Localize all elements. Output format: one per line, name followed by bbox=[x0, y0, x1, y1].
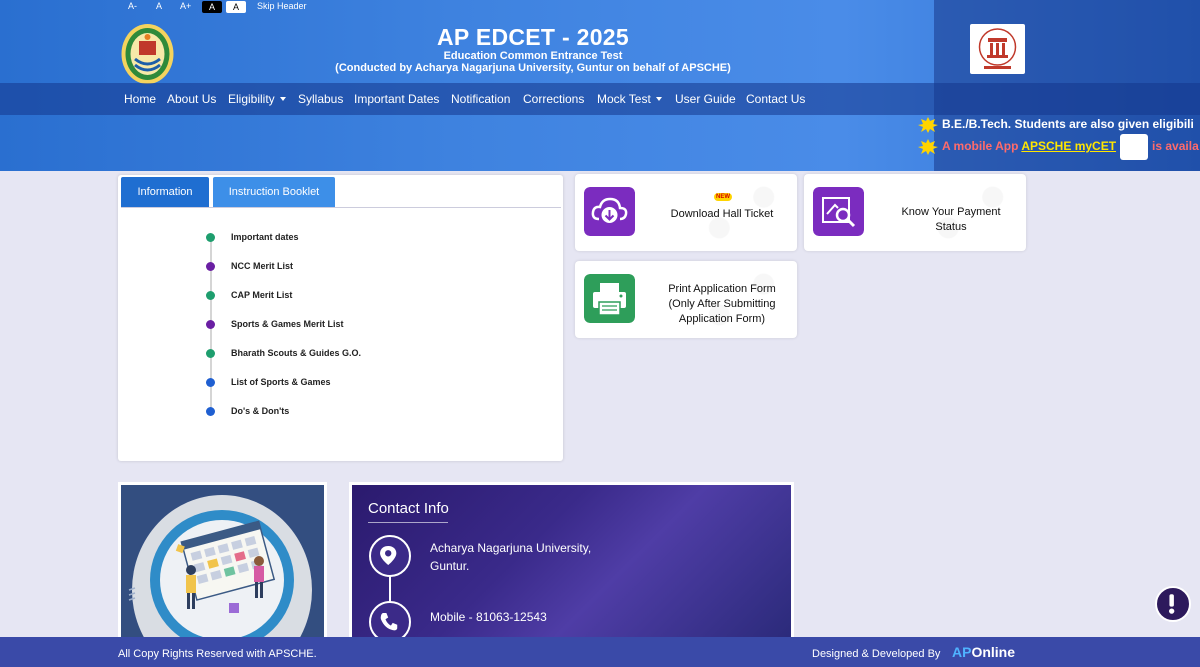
site-footer: All Copy Rights Reserved with APSCHE. De… bbox=[0, 637, 1200, 667]
dark-theme-button[interactable]: A bbox=[202, 1, 222, 13]
announcement-2[interactable]: A mobile App APSCHE myCET is availa bbox=[918, 134, 1199, 160]
skip-header-link[interactable]: Skip Header bbox=[257, 1, 307, 12]
phone-icon bbox=[369, 601, 411, 639]
announcement-2-post: is availa bbox=[1152, 139, 1199, 154]
cloud-download-icon bbox=[584, 187, 635, 236]
nav-notification[interactable]: Notification bbox=[451, 92, 510, 106]
nav-mock-test-label: Mock Test bbox=[597, 92, 651, 106]
print-line1: Print Application Form bbox=[668, 283, 776, 295]
mycet-app-icon bbox=[1120, 134, 1149, 160]
site-header: A- A A+ A A Skip Header AP EDCET - 2025 … bbox=[0, 0, 1200, 171]
calendar-illustration bbox=[118, 482, 327, 642]
nav-user-guide[interactable]: User Guide bbox=[675, 92, 736, 106]
announcement-1-text: B.E./B.Tech. Students are also given eli… bbox=[942, 117, 1194, 132]
payment-status-label: Know Your Payment Status bbox=[886, 205, 1016, 235]
info-item-label: Bharath Scouts & Guides G.O. bbox=[231, 348, 362, 358]
payment-status-card[interactable]: Know Your Payment Status bbox=[804, 174, 1026, 251]
nav-about-us[interactable]: About Us bbox=[167, 92, 216, 106]
aponline-logo[interactable]: APOnline bbox=[952, 644, 1015, 660]
announcement-2-pre: A mobile App bbox=[942, 139, 1019, 154]
print-line3: Application Form) bbox=[678, 313, 766, 325]
page-subtitle-conducted: (Conducted by Acharya Nagarjuna Universi… bbox=[335, 62, 731, 74]
font-decrease-button[interactable]: A- bbox=[128, 1, 137, 12]
info-item-label: NCC Merit List bbox=[231, 261, 294, 271]
contact-address: Acharya Nagarjuna University, Guntur. bbox=[430, 539, 591, 575]
new-burst-icon bbox=[918, 139, 938, 155]
nav-corrections[interactable]: Corrections bbox=[523, 92, 584, 106]
timeline-dot bbox=[206, 262, 215, 271]
print-application-card[interactable]: Print Application Form (Only After Submi… bbox=[575, 261, 797, 338]
page-subtitle: Education Common Entrance Test bbox=[443, 50, 623, 62]
aponline-ap: AP bbox=[952, 644, 972, 660]
timeline-dot bbox=[206, 233, 215, 242]
printer-icon bbox=[584, 274, 635, 323]
announcement-1[interactable]: B.E./B.Tech. Students are also given eli… bbox=[918, 117, 1194, 133]
info-item-label: Important dates bbox=[231, 232, 299, 242]
timeline-dot bbox=[206, 320, 215, 329]
payment-status-line2: Status bbox=[935, 221, 967, 233]
info-item-label: Do's & Don'ts bbox=[231, 406, 290, 416]
nav-syllabus[interactable]: Syllabus bbox=[298, 92, 343, 106]
contact-info-panel: Contact Info Acharya Nagarjuna Universit… bbox=[349, 482, 794, 642]
calendar-illustration-image bbox=[121, 485, 324, 639]
payment-status-line1: Know Your Payment bbox=[901, 206, 1001, 218]
footer-copyright: All Copy Rights Reserved with APSCHE. bbox=[118, 648, 317, 660]
address-line1: Acharya Nagarjuna University, bbox=[430, 541, 592, 555]
tab-instruction-booklet[interactable]: Instruction Booklet bbox=[213, 177, 335, 207]
address-line2: Guntur. bbox=[430, 559, 470, 573]
nav-important-dates[interactable]: Important Dates bbox=[354, 92, 439, 106]
timeline-dot bbox=[206, 407, 215, 416]
phone-svg bbox=[380, 612, 398, 631]
nav-eligibility[interactable]: Eligibility bbox=[228, 92, 286, 106]
new-badge: NEW bbox=[714, 193, 732, 201]
exclamation-icon bbox=[1169, 594, 1175, 614]
nav-contact-us[interactable]: Contact Us bbox=[746, 92, 805, 106]
footer-designed-by: Designed & Developed By bbox=[812, 648, 941, 660]
timeline-dot bbox=[206, 378, 215, 387]
contact-mobile[interactable]: Mobile - 81063-12543 bbox=[430, 608, 547, 626]
print-application-label: Print Application Form (Only After Submi… bbox=[657, 282, 787, 327]
accessibility-bar: A- A A+ A A Skip Header bbox=[0, 0, 1200, 14]
tab-information[interactable]: Information bbox=[121, 177, 209, 207]
info-item-label: List of Sports & Games bbox=[231, 377, 331, 387]
contact-info-title: Contact Info bbox=[368, 500, 449, 517]
contact-title-underline bbox=[368, 522, 448, 523]
hall-ticket-label: Download Hall Ticket bbox=[670, 208, 774, 220]
new-burst-icon bbox=[918, 117, 938, 133]
main-navbar: Home About Us Eligibility Syllabus Impor… bbox=[0, 83, 1200, 115]
chevron-down-icon bbox=[655, 97, 662, 101]
aponline-online: Online bbox=[971, 644, 1016, 660]
nav-mock-test[interactable]: Mock Test bbox=[597, 92, 662, 106]
download-hall-ticket-card[interactable]: NEW Download Hall Ticket bbox=[575, 174, 797, 251]
timeline-dot bbox=[206, 291, 215, 300]
apsche-mycet-link[interactable]: APSCHE myCET bbox=[1021, 139, 1116, 153]
info-item-label: CAP Merit List bbox=[231, 290, 293, 300]
timeline-dot bbox=[206, 349, 215, 358]
font-increase-button[interactable]: A+ bbox=[180, 1, 191, 12]
print-line2: (Only After Submitting bbox=[668, 298, 776, 310]
light-theme-button[interactable]: A bbox=[226, 1, 246, 13]
page-title: AP EDCET - 2025 bbox=[437, 24, 629, 50]
tab-divider bbox=[121, 207, 561, 208]
help-button[interactable] bbox=[1155, 586, 1191, 622]
location-pin-svg bbox=[380, 546, 397, 566]
info-tabs-panel: Information Instruction Booklet Importan… bbox=[118, 175, 563, 461]
search-document-icon bbox=[813, 187, 864, 236]
nav-eligibility-label: Eligibility bbox=[228, 92, 275, 106]
chevron-down-icon bbox=[279, 97, 286, 101]
font-normal-button[interactable]: A bbox=[156, 1, 162, 12]
info-item-label: Sports & Games Merit List bbox=[231, 319, 344, 329]
location-pin-icon bbox=[369, 535, 411, 577]
nav-home[interactable]: Home bbox=[124, 92, 156, 106]
